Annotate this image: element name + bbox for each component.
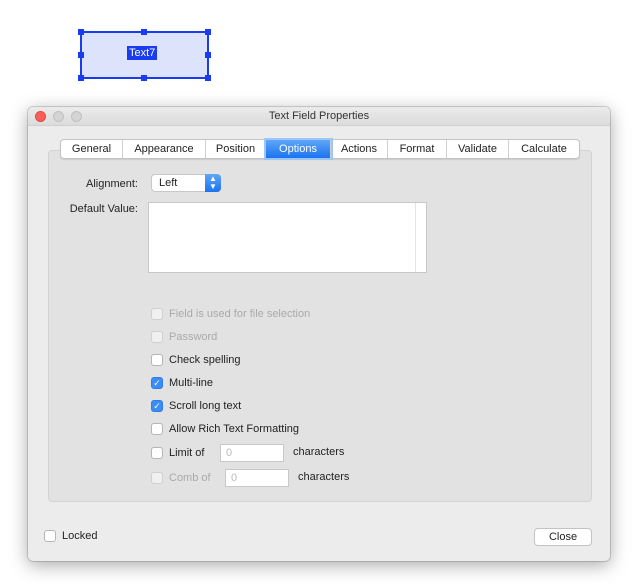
resize-handle[interactable]: [205, 75, 211, 81]
resize-handle[interactable]: [205, 29, 211, 35]
password-label: Password: [169, 331, 218, 343]
limit-of-count-input[interactable]: 0: [220, 444, 284, 462]
zoom-window-icon[interactable]: [71, 111, 82, 122]
resize-handle[interactable]: [141, 75, 147, 81]
locked-checkbox[interactable]: [44, 530, 56, 542]
alignment-select[interactable]: Left ▲ ▼: [151, 174, 221, 192]
tab-position[interactable]: Position: [206, 140, 266, 158]
resize-handle[interactable]: [78, 75, 84, 81]
field-name-label: Text7: [127, 46, 158, 60]
scroll-long-text-label: Scroll long text: [169, 400, 242, 412]
multi-line-checkbox[interactable]: ✓: [151, 377, 163, 389]
alignment-label: Alignment:: [86, 178, 138, 190]
alignment-value: Left: [159, 177, 178, 189]
field-is-used-for-file-selection-label: Field is used for file selection: [169, 308, 311, 320]
tab-bar: General Appearance Position Options Actions F…: [60, 139, 580, 159]
characters-label: characters: [298, 471, 350, 483]
resize-handle[interactable]: [78, 29, 84, 35]
option-limit-of[interactable]: Limit of: [151, 446, 204, 460]
tab-calculate[interactable]: Calculate: [509, 140, 579, 158]
locked-checkbox-row[interactable]: Locked: [44, 529, 97, 543]
option-comb-of[interactable]: Comb of: [151, 471, 211, 485]
close-button[interactable]: Close: [534, 528, 592, 546]
limit-of-checkbox[interactable]: [151, 447, 163, 459]
comb-of-checkbox[interactable]: [151, 472, 163, 484]
scroll-long-text-checkbox[interactable]: ✓: [151, 400, 163, 412]
minimize-window-icon[interactable]: [53, 111, 64, 122]
field-is-used-for-file-selection-checkbox[interactable]: [151, 308, 163, 320]
resize-handle[interactable]: [141, 29, 147, 35]
password-checkbox[interactable]: [151, 331, 163, 343]
tab-format[interactable]: Format: [388, 140, 447, 158]
comb-of-count-input[interactable]: 0: [225, 469, 289, 487]
option-allow-rich-text-formatting[interactable]: Allow Rich Text Formatting: [151, 422, 299, 436]
properties-dialog: Text Field Properties General Appearance P…: [28, 107, 610, 561]
title-bar: Text Field Properties: [28, 107, 610, 126]
resize-handle[interactable]: [205, 52, 211, 58]
scrollbar[interactable]: [415, 203, 426, 272]
limit-of-label: Limit of: [169, 447, 205, 459]
tab-actions[interactable]: Actions: [331, 140, 388, 158]
option-field-is-used-for-file-selection[interactable]: Field is used for file selection: [151, 307, 310, 321]
chevron-updown-icon: ▲ ▼: [205, 174, 221, 192]
tab-validate[interactable]: Validate: [447, 140, 509, 158]
window-title: Text Field Properties: [268, 110, 370, 122]
option-password[interactable]: Password: [151, 330, 217, 344]
allow-rich-text-formatting-checkbox[interactable]: [151, 423, 163, 435]
comb-of-label: Comb of: [169, 472, 211, 484]
resize-handle[interactable]: [78, 52, 84, 58]
option-scroll-long-text[interactable]: ✓ Scroll long text: [151, 399, 241, 413]
option-multi-line[interactable]: ✓ Multi-line: [151, 376, 213, 390]
default-value-textarea[interactable]: [148, 202, 427, 273]
tab-appearance[interactable]: Appearance: [123, 140, 206, 158]
close-window-icon[interactable]: [35, 111, 46, 122]
check-spelling-checkbox[interactable]: [151, 354, 163, 366]
default-value-label: Default Value:: [69, 203, 138, 215]
check-spelling-label: Check spelling: [169, 354, 241, 366]
tab-options[interactable]: Options: [266, 140, 331, 158]
option-check-spelling[interactable]: Check spelling: [151, 353, 241, 367]
tab-general[interactable]: General: [61, 140, 123, 158]
characters-label: characters: [293, 446, 345, 458]
allow-rich-text-formatting-label: Allow Rich Text Formatting: [169, 423, 300, 435]
multi-line-label: Multi-line: [169, 377, 214, 389]
locked-label: Locked: [62, 530, 98, 542]
